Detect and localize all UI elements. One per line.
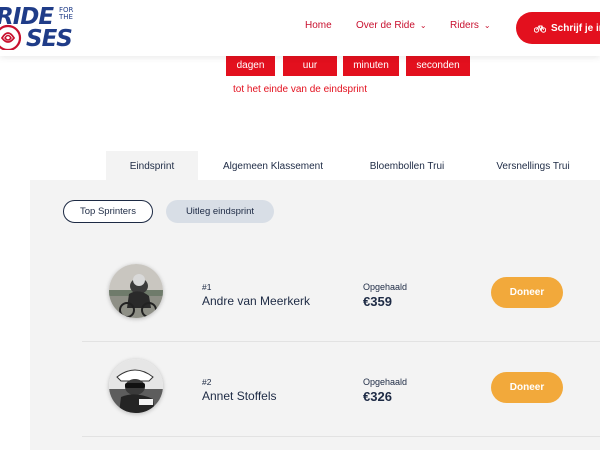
tab-versnellings-trui-label: Versnellings Trui — [496, 160, 570, 172]
rider-rank: #1 — [202, 282, 212, 292]
cyclist-photo-icon — [109, 359, 163, 413]
signup-button[interactable]: Schrijf je in — [516, 12, 600, 44]
donate-button-label: Doneer — [509, 287, 545, 298]
avatar[interactable] — [109, 359, 163, 413]
logo-for-the: FOR THE — [59, 6, 74, 21]
site-header: RIDE FOR THE SES Home Over de Ride ⌄ Ride… — [0, 0, 600, 56]
nav-home-label: Home — [305, 20, 332, 31]
top-sprinters-button[interactable]: Top Sprinters — [63, 200, 153, 223]
raised-amount: €359 — [363, 294, 392, 309]
tab-eindsprint[interactable]: Eindsprint — [106, 151, 198, 181]
countdown-days: dagen — [226, 54, 275, 76]
donate-button[interactable]: Doneer — [491, 277, 563, 308]
countdown-seconds: seconden — [406, 54, 470, 76]
tab-algemeen-klassement[interactable]: Algemeen Klassement — [210, 151, 336, 181]
countdown-caption: tot het einde van de eindsprint — [233, 84, 367, 95]
explain-eindsprint-label: Uitleg eindsprint — [185, 206, 255, 217]
rider-name[interactable]: Annet Stoffels — [202, 389, 277, 403]
countdown-hours-label: uur — [302, 59, 318, 71]
nav-over-de-ride[interactable]: Over de Ride ⌄ — [356, 20, 427, 31]
tab-versnellings-trui[interactable]: Versnellings Trui — [478, 151, 588, 181]
rider-row: #2 Annet Stoffels Opgehaald €326 Doneer — [82, 341, 600, 437]
rider-name[interactable]: Andre van Meerkerk — [202, 294, 310, 308]
tab-bloembollen-trui-label: Bloembollen Trui — [369, 160, 445, 172]
countdown-seconds-label: seconden — [416, 59, 460, 71]
raised-label: Opgehaald — [363, 282, 408, 292]
ride-for-the-roses-logo[interactable]: RIDE FOR THE SES — [0, 4, 80, 50]
donate-button-label: Doneer — [509, 382, 545, 393]
raised-label: Opgehaald — [363, 377, 408, 387]
countdown-minutes-label: minuten — [353, 59, 389, 71]
top-sprinters-label: Top Sprinters — [80, 206, 136, 217]
rider-row: #1 Andre van Meerkerk Opgehaald €359 Don… — [82, 246, 600, 342]
countdown-hours: uur — [283, 54, 337, 76]
chevron-down-icon: ⌄ — [483, 21, 491, 30]
chevron-down-icon: ⌄ — [419, 21, 427, 30]
logo-word-roses: SES — [26, 26, 73, 50]
countdown-minutes: minuten — [343, 54, 399, 76]
nav-home[interactable]: Home — [305, 20, 332, 31]
countdown-days-label: dagen — [236, 59, 265, 71]
explain-eindsprint-button[interactable]: Uitleg eindsprint — [166, 200, 274, 223]
nav-riders[interactable]: Riders ⌄ — [450, 20, 491, 31]
nav-riders-label: Riders — [450, 20, 479, 31]
rider-rank: #2 — [202, 377, 212, 387]
avatar[interactable] — [109, 264, 163, 318]
rose-icon — [0, 24, 22, 50]
signup-button-label: Schrijf je in — [551, 22, 600, 34]
tab-eindsprint-label: Eindsprint — [129, 160, 175, 172]
donate-button[interactable]: Doneer — [491, 372, 563, 403]
tab-algemeen-klassement-label: Algemeen Klassement — [222, 160, 324, 172]
nav-over-de-ride-label: Over de Ride — [356, 20, 415, 31]
cyclist-photo-icon — [109, 264, 163, 318]
bicycle-icon — [534, 25, 546, 33]
raised-amount: €326 — [363, 389, 392, 404]
tab-bloembollen-trui[interactable]: Bloembollen Trui — [356, 151, 458, 181]
